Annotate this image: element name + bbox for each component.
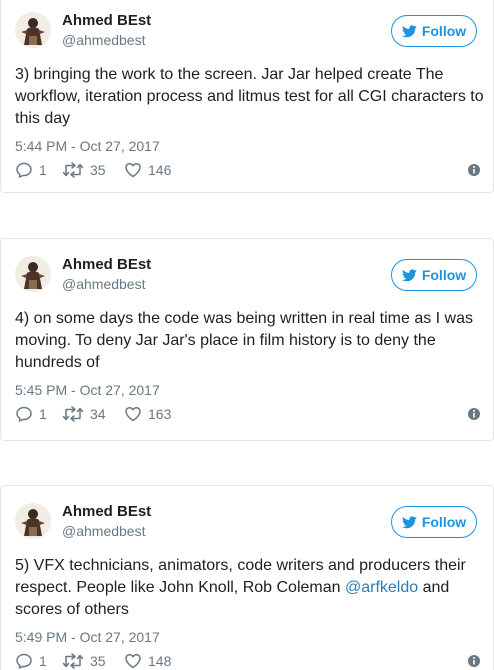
like-button[interactable]: 163 [124,405,171,423]
like-button[interactable]: 146 [124,161,171,179]
tweet-header: Ahmed BEst @ahmedbest Follow [15,503,485,543]
info-icon[interactable] [467,407,481,421]
tweet-header: Ahmed BEst @ahmedbest Follow [15,256,485,296]
retweet-count: 35 [90,162,106,178]
author-name[interactable]: Ahmed BEst [62,503,151,521]
author-handle[interactable]: @ahmedbest [62,275,145,293]
tweet-card: Ahmed BEst @ahmedbest Follow 3) bringing… [0,0,494,193]
heart-icon [125,162,141,178]
like-count: 163 [148,406,172,422]
tweet-timestamp[interactable]: 5:49 PM - Oct 27, 2017 [15,628,160,646]
retweet-count: 35 [90,653,106,669]
reply-icon [16,653,32,669]
twitter-bird-icon [401,515,417,528]
author-handle[interactable]: @ahmedbest [62,522,145,540]
like-button[interactable]: 148 [124,652,171,670]
avatar[interactable] [15,12,51,48]
reply-button[interactable]: 1 [15,161,47,179]
tweet-timestamp[interactable]: 5:44 PM - Oct 27, 2017 [15,137,160,155]
tweet-actions: 1 35 146 [15,161,481,181]
tweet-actions: 1 35 148 [15,652,481,670]
tweet-text: 5) VFX technicians, animators, code writ… [15,557,466,618]
like-count: 146 [148,162,172,178]
follow-label: Follow [421,514,467,530]
follow-button[interactable]: Follow [391,506,477,538]
retweet-button[interactable]: 34 [62,405,106,423]
info-icon[interactable] [467,654,481,668]
tweet-card: Ahmed BEst @ahmedbest Follow 5) VFX tech… [0,485,494,670]
mention-link[interactable]: @arfkeldo [345,579,418,596]
reply-icon [16,406,32,422]
info-icon[interactable] [467,163,481,177]
reply-count: 1 [39,406,47,422]
twitter-bird-icon [401,24,417,37]
retweet-button[interactable]: 35 [62,161,106,179]
retweet-icon [62,406,84,422]
retweet-icon [62,653,84,669]
retweet-button[interactable]: 35 [62,652,106,670]
tweet-timestamp[interactable]: 5:45 PM - Oct 27, 2017 [15,381,160,399]
tweet-header: Ahmed BEst @ahmedbest Follow [15,12,485,52]
avatar[interactable] [15,256,51,292]
reply-count: 1 [39,653,47,669]
tweet-actions: 1 34 163 [15,405,481,425]
avatar[interactable] [15,503,51,539]
reply-icon [16,162,32,178]
follow-label: Follow [421,267,467,283]
follow-label: Follow [421,23,467,39]
author-handle[interactable]: @ahmedbest [62,31,145,49]
tweet-card: Ahmed BEst @ahmedbest Follow 4) on some … [0,238,494,441]
reply-button[interactable]: 1 [15,405,47,423]
heart-icon [125,653,141,669]
author-name[interactable]: Ahmed BEst [62,256,151,274]
author-name[interactable]: Ahmed BEst [62,12,151,30]
tweet-text: 4) on some days the code was being writt… [15,310,473,371]
like-count: 148 [148,653,172,669]
heart-icon [125,406,141,422]
retweet-count: 34 [90,406,106,422]
follow-button[interactable]: Follow [391,15,477,47]
reply-button[interactable]: 1 [15,652,47,670]
reply-count: 1 [39,162,47,178]
retweet-icon [62,162,84,178]
twitter-bird-icon [401,268,417,281]
tweet-text: 3) bringing the work to the screen. Jar … [15,66,484,127]
follow-button[interactable]: Follow [391,259,477,291]
